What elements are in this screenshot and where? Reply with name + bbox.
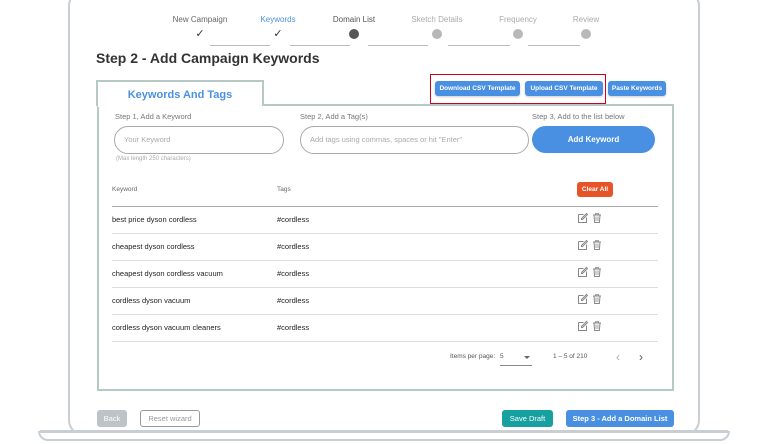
download-csv-button[interactable]: Download CSV Template bbox=[435, 81, 520, 96]
prev-page-button[interactable]: ‹ bbox=[616, 350, 620, 364]
save-draft-button[interactable]: Save Draft bbox=[502, 410, 553, 427]
step-review[interactable]: Review bbox=[536, 14, 636, 41]
table-row: cordless dyson vacuum #cordless bbox=[112, 287, 658, 314]
step-dot-icon bbox=[536, 27, 636, 41]
step3-label: Step 3, Add to the list below bbox=[532, 112, 625, 121]
stepper-connector bbox=[528, 45, 580, 46]
back-button[interactable]: Back bbox=[97, 410, 127, 427]
step1-label: Step 1, Add a Keyword bbox=[115, 112, 192, 121]
clear-all-button[interactable]: Clear All bbox=[577, 182, 613, 197]
max-length-note: (Max length 250 characters) bbox=[116, 156, 191, 162]
reset-wizard-button[interactable]: Reset wizard bbox=[140, 410, 200, 427]
edit-icon[interactable] bbox=[577, 320, 589, 332]
pagination-range: 1 – 5 of 210 bbox=[553, 353, 588, 360]
tags-input[interactable]: Add tags using commas, spaces or hit "En… bbox=[300, 126, 529, 154]
next-page-button[interactable]: › bbox=[639, 350, 643, 364]
tags-cell: #cordless bbox=[277, 269, 310, 278]
table-row: cheapest dyson cordless #cordless bbox=[112, 233, 658, 260]
column-header-tags[interactable]: Tags bbox=[277, 186, 291, 193]
upload-csv-button[interactable]: Upload CSV Template bbox=[525, 81, 603, 96]
stepper-connector bbox=[368, 45, 428, 46]
table-row: cordless dyson vacuum cleaners #cordless bbox=[112, 314, 658, 341]
edit-icon[interactable] bbox=[577, 212, 589, 224]
tags-cell: #cordless bbox=[277, 215, 310, 224]
tags-cell: #cordless bbox=[277, 242, 310, 251]
tags-cell: #cordless bbox=[277, 296, 310, 305]
edit-icon[interactable] bbox=[577, 266, 589, 278]
keyword-cell: cheapest dyson cordless vacuum bbox=[112, 269, 223, 278]
trash-icon[interactable] bbox=[591, 293, 603, 305]
laptop-base bbox=[38, 431, 730, 441]
step2-label: Step 2, Add a Tag(s) bbox=[300, 112, 368, 121]
row-divider bbox=[112, 341, 658, 342]
keyword-input[interactable]: Your Keyword bbox=[114, 126, 284, 154]
trash-icon[interactable] bbox=[591, 239, 603, 251]
edit-icon[interactable] bbox=[577, 239, 589, 251]
column-header-keyword[interactable]: Keyword bbox=[112, 186, 137, 193]
step-label: Review bbox=[572, 15, 600, 24]
stepper-connector bbox=[210, 45, 270, 46]
stepper-connector bbox=[290, 45, 350, 46]
keyword-cell: best price dyson cordless bbox=[112, 215, 197, 224]
next-step-button[interactable]: Step 3 - Add a Domain List bbox=[566, 410, 674, 427]
trash-icon[interactable] bbox=[591, 320, 603, 332]
table-row: cheapest dyson cordless vacuum #cordless bbox=[112, 260, 658, 287]
items-per-page-select[interactable]: 5 bbox=[500, 352, 532, 366]
tags-cell: #cordless bbox=[277, 323, 310, 332]
chevron-down-icon bbox=[524, 356, 530, 359]
stepper-connector bbox=[448, 45, 510, 46]
items-per-page-label: Items per page: bbox=[450, 353, 496, 360]
items-per-page-value: 5 bbox=[500, 353, 504, 360]
table-row: best price dyson cordless #cordless bbox=[112, 206, 658, 233]
keyword-cell: cheapest dyson cordless bbox=[112, 242, 195, 251]
trash-icon[interactable] bbox=[591, 212, 603, 224]
keyword-cell: cordless dyson vacuum cleaners bbox=[112, 323, 221, 332]
paste-keywords-button[interactable]: Paste Keywords bbox=[608, 81, 666, 96]
page-title: Step 2 - Add Campaign Keywords bbox=[96, 50, 320, 66]
edit-icon[interactable] bbox=[577, 293, 589, 305]
trash-icon[interactable] bbox=[591, 266, 603, 278]
add-keyword-button[interactable]: Add Keyword bbox=[532, 126, 655, 153]
wizard-stepper: New Campaign ✓ Keywords ✓ Domain List Sk… bbox=[150, 14, 630, 46]
tab-underline-cover bbox=[98, 103, 262, 107]
keyword-cell: cordless dyson vacuum bbox=[112, 296, 191, 305]
